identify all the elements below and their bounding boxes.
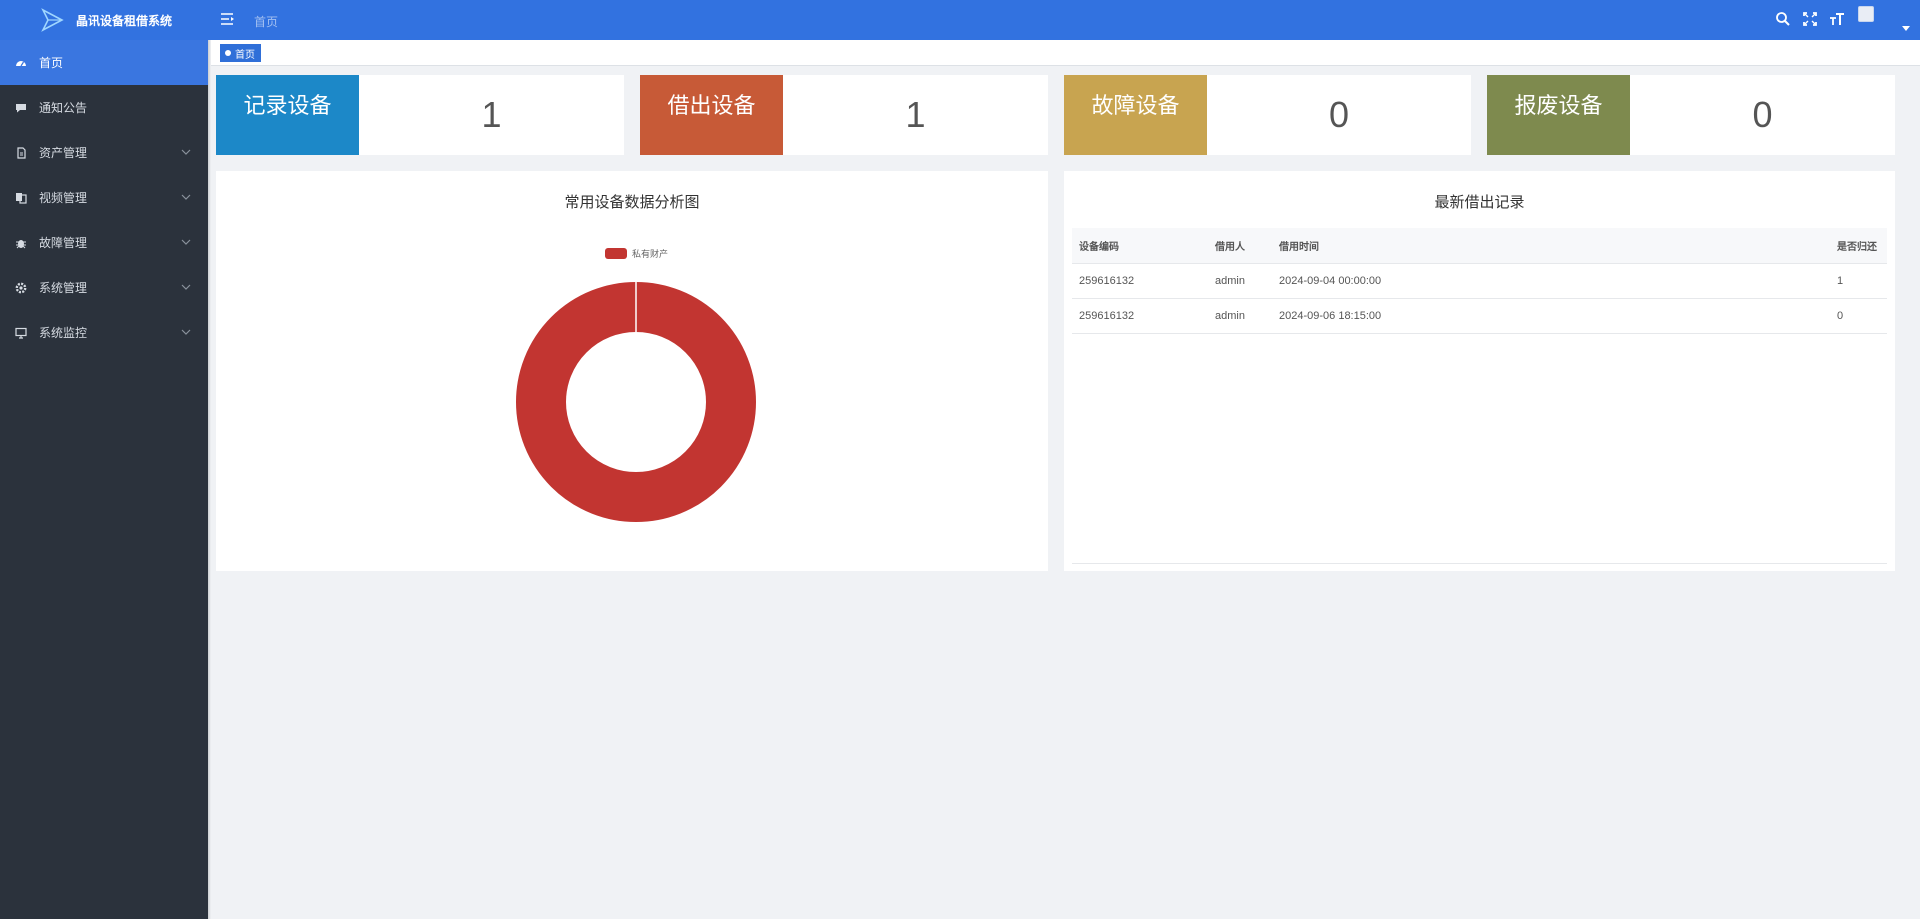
records-table: 设备编码 借用人 借用时间 是否归还 259616132 admin 2024-… bbox=[1072, 228, 1887, 334]
sidebar-item-label: 故障管理 bbox=[39, 236, 88, 250]
fullscreen-icon[interactable] bbox=[1802, 11, 1818, 27]
stat-label: 故障设备 bbox=[1064, 75, 1207, 155]
cell-device-code: 259616132 bbox=[1072, 298, 1208, 334]
stat-label: 借出设备 bbox=[640, 75, 783, 155]
stat-value: 0 bbox=[1328, 94, 1350, 135]
sidebar-item-label: 系统监控 bbox=[39, 326, 88, 340]
cell-borrower: admin bbox=[1208, 298, 1272, 334]
table-header-row: 设备编码 借用人 借用时间 是否归还 bbox=[1072, 228, 1887, 264]
chevron-down-icon bbox=[181, 284, 191, 290]
monitor-icon bbox=[15, 327, 27, 339]
stat-card-scrapped[interactable]: 报废设备 0 bbox=[1487, 75, 1895, 155]
stat-label: 记录设备 bbox=[216, 75, 359, 155]
chart-legend[interactable]: 私有财产 bbox=[605, 247, 668, 260]
stat-value: 1 bbox=[481, 94, 502, 135]
sidebar-item-assets[interactable]: 资产管理 bbox=[0, 130, 208, 175]
cell-device-code: 259616132 bbox=[1072, 263, 1208, 299]
search-icon[interactable] bbox=[1775, 11, 1791, 27]
cell-returned: 0 bbox=[1830, 298, 1887, 334]
chart-panel: 常用设备数据分析图 私有财产 bbox=[216, 171, 1048, 571]
dashboard-icon bbox=[15, 57, 27, 69]
stat-label: 报废设备 bbox=[1487, 75, 1630, 155]
chevron-down-icon bbox=[181, 149, 191, 155]
document-icon bbox=[15, 146, 27, 159]
sidebar-item-video[interactable]: 视频管理 bbox=[0, 175, 208, 220]
column-header-device-code: 设备编码 bbox=[1072, 228, 1208, 264]
pie-slice-0[interactable] bbox=[516, 282, 756, 522]
sidebar-item-label: 首页 bbox=[39, 56, 64, 70]
sidebar-item-system[interactable]: 系统管理 bbox=[0, 265, 208, 310]
column-header-borrow-time: 借用时间 bbox=[1272, 228, 1830, 264]
legend-label: 私有财产 bbox=[632, 250, 669, 260]
sidebar-item-monitor[interactable]: 系统监控 bbox=[0, 310, 208, 355]
chevron-down-icon bbox=[181, 194, 191, 200]
sidebar-item-faults[interactable]: 故障管理 bbox=[0, 220, 208, 265]
donut-chart bbox=[516, 282, 756, 522]
cell-borrower: admin bbox=[1208, 263, 1272, 299]
stat-card-lent[interactable]: 借出设备 1 bbox=[640, 75, 1048, 155]
logo-bar[interactable]: 晶讯设备租借系统 bbox=[0, 0, 208, 40]
tags-view-bar: 首页 bbox=[211, 40, 1920, 66]
cell-borrow-time: 2024-09-06 18:15:00 bbox=[1272, 298, 1830, 334]
stat-card-recorded[interactable]: 记录设备 1 bbox=[216, 75, 624, 155]
breadcrumb[interactable]: 首页 bbox=[254, 13, 278, 30]
cell-borrow-time: 2024-09-04 00:00:00 bbox=[1272, 263, 1830, 299]
sidebar-item-label: 通知公告 bbox=[39, 101, 88, 115]
column-header-borrower: 借用人 bbox=[1208, 228, 1272, 264]
records-panel: 最新借出记录 设备编码 借用人 借用时间 是否归还 259616132 admi… bbox=[1064, 171, 1895, 571]
records-title: 最新借出记录 bbox=[1434, 193, 1525, 211]
legend-swatch bbox=[605, 248, 627, 259]
sidebar-item-home[interactable]: 首页 bbox=[0, 40, 208, 85]
sidebar-item-label: 资产管理 bbox=[39, 146, 88, 160]
caret-down-icon[interactable] bbox=[1902, 26, 1910, 31]
top-navbar: 首页 bbox=[208, 0, 1920, 40]
table-bottom-border bbox=[1072, 563, 1887, 564]
sidebar: 晶讯设备租借系统 首页 通知公告 资产管理 视频管理 故障管理 系统管理 系统监… bbox=[0, 0, 208, 919]
font-size-icon[interactable] bbox=[1829, 11, 1845, 27]
table-row[interactable]: 259616132 admin 2024-09-04 00:00:00 1 bbox=[1072, 263, 1887, 299]
cell-returned: 1 bbox=[1830, 263, 1887, 299]
column-header-returned: 是否归还 bbox=[1830, 228, 1887, 264]
avatar[interactable] bbox=[1858, 6, 1874, 22]
gear-icon bbox=[15, 282, 27, 294]
chevron-down-icon bbox=[181, 239, 191, 245]
tag-label: 首页 bbox=[235, 49, 255, 61]
chevron-down-icon bbox=[181, 329, 191, 335]
menu-toggle-icon[interactable] bbox=[221, 12, 235, 26]
app-title: 晶讯设备租借系统 bbox=[76, 13, 173, 28]
stat-value: 1 bbox=[905, 94, 926, 135]
message-icon bbox=[15, 102, 27, 114]
tag-home[interactable]: 首页 bbox=[220, 44, 261, 62]
stat-card-faulty[interactable]: 故障设备 0 bbox=[1064, 75, 1471, 155]
sidebar-item-label: 系统管理 bbox=[39, 281, 88, 295]
sidebar-item-label: 视频管理 bbox=[39, 191, 88, 205]
stat-value: 0 bbox=[1752, 94, 1773, 135]
sidebar-item-notices[interactable]: 通知公告 bbox=[0, 85, 208, 130]
logo-icon bbox=[41, 8, 64, 32]
chart-title: 常用设备数据分析图 bbox=[564, 193, 700, 211]
bug-icon bbox=[15, 237, 27, 249]
copy-icon bbox=[15, 192, 27, 204]
sidebar-shadow bbox=[208, 0, 211, 919]
table-row[interactable]: 259616132 admin 2024-09-06 18:15:00 0 bbox=[1072, 298, 1887, 334]
active-dot-icon bbox=[225, 50, 231, 56]
